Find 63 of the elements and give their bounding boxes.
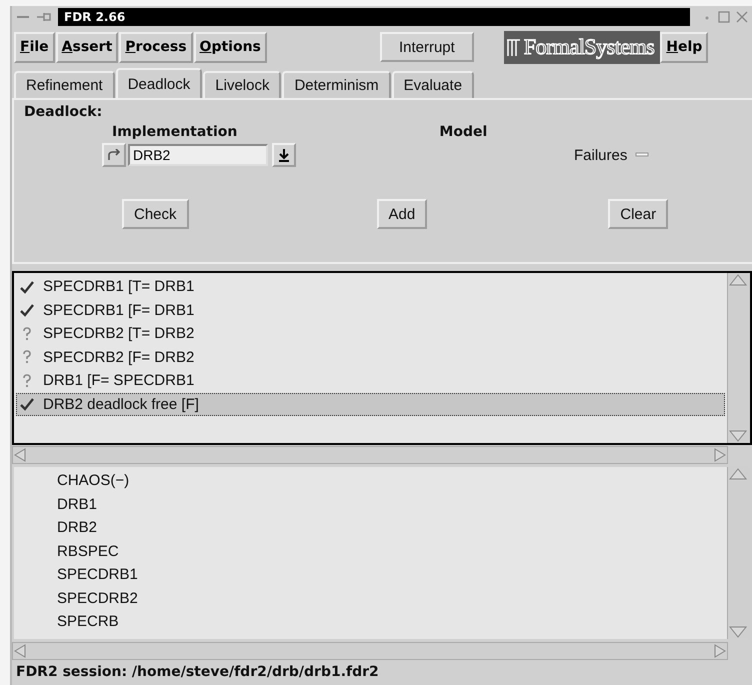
definition-item[interactable]: SPECRB [16,610,725,634]
menu-item[interactable]: File [14,32,55,62]
definition-item[interactable]: DRB2 [16,516,725,540]
scroll-right-icon[interactable] [713,644,727,658]
assertion-text: SPECDRB2 [F= DRB2 [43,348,194,366]
redo-button[interactable] [102,143,126,167]
window-title: FDR 2.66 [58,8,690,26]
option-indicator-icon[interactable] [635,152,650,158]
interrupt-button[interactable]: Interrupt [380,32,474,62]
tab[interactable]: Evaluate [392,71,474,98]
tab[interactable]: Deadlock [116,68,202,98]
implementation-field[interactable]: DRB2 [128,144,268,166]
help-menu[interactable]: Help [660,32,708,62]
model-value: Failures [574,146,628,164]
panel-title: Deadlock: [24,104,104,120]
scroll-down-icon[interactable] [728,625,748,639]
menu-item[interactable]: Options [194,32,267,62]
horizontal-scrollbar[interactable] [12,642,728,660]
assertion-item[interactable]: SPECDRB1 [F= DRB1 [16,298,725,322]
add-button[interactable]: Add [376,199,428,229]
scroll-left-icon[interactable] [13,644,27,658]
maximize-icon[interactable] [718,11,730,23]
assertion-item[interactable]: DRB2 deadlock free [F] [16,392,725,416]
definition-item[interactable]: DRB1 [16,492,725,516]
dropdown-button[interactable] [272,143,296,167]
scroll-right-icon[interactable] [713,448,727,462]
definition-item[interactable]: CHAOS(−) [16,469,725,492]
scroll-up-icon[interactable] [728,273,748,287]
definition-item[interactable]: SPECDRB1 [16,563,725,586]
assertion-text: SPECDRB1 [F= DRB1 [43,302,194,319]
assertion-text: SPECDRB1 [T= DRB1 [43,278,194,296]
tab[interactable]: Refinement [14,71,115,98]
download-icon [278,148,290,162]
logo-text: FormalSystems [524,34,654,60]
tab[interactable]: Determinism [282,71,391,98]
menu-item[interactable]: Process [119,32,193,62]
scroll-down-icon[interactable] [728,429,748,443]
scroll-up-icon[interactable] [728,467,748,481]
scroll-left-icon[interactable] [13,448,27,462]
horizontal-scrollbar[interactable] [12,446,728,464]
implementation-label: Implementation [112,124,238,140]
clear-button[interactable]: Clear [608,199,668,229]
definition-item[interactable]: RBSPEC [16,540,725,563]
definition-item[interactable]: SPECDRB2 [16,586,725,610]
check-icon [19,397,35,412]
assertion-item[interactable]: SPECDRB2 [T= DRB2 [16,322,725,346]
session-text: FDR2 session: /home/steve/fdr2/drb/drb1.fdr2 [15,663,380,682]
model-label: Model [439,124,488,140]
assertion-item[interactable]: SPECDRB1 [T= DRB1 [16,275,725,298]
assertion-text: DRB1 [F= SPECDRB1 [43,372,194,390]
vertical-scrollbar[interactable] [727,273,750,443]
curved-arrow-icon [107,149,121,161]
check-icon [19,303,35,318]
menu-item[interactable]: Assert [56,32,118,62]
tab[interactable]: Livelock [203,71,282,98]
assertion-item[interactable]: DRB1 [F= SPECDRB1 [16,369,725,392]
check-icon [19,280,35,294]
assertion-item[interactable]: SPECDRB2 [F= DRB2 [16,346,725,369]
pin-icon[interactable] [36,12,52,22]
check-button[interactable]: Check [122,199,189,229]
assertion-text: DRB2 deadlock free [F] [43,396,199,413]
assertion-text: SPECDRB2 [T= DRB2 [43,325,194,342]
close-icon[interactable] [736,11,748,23]
